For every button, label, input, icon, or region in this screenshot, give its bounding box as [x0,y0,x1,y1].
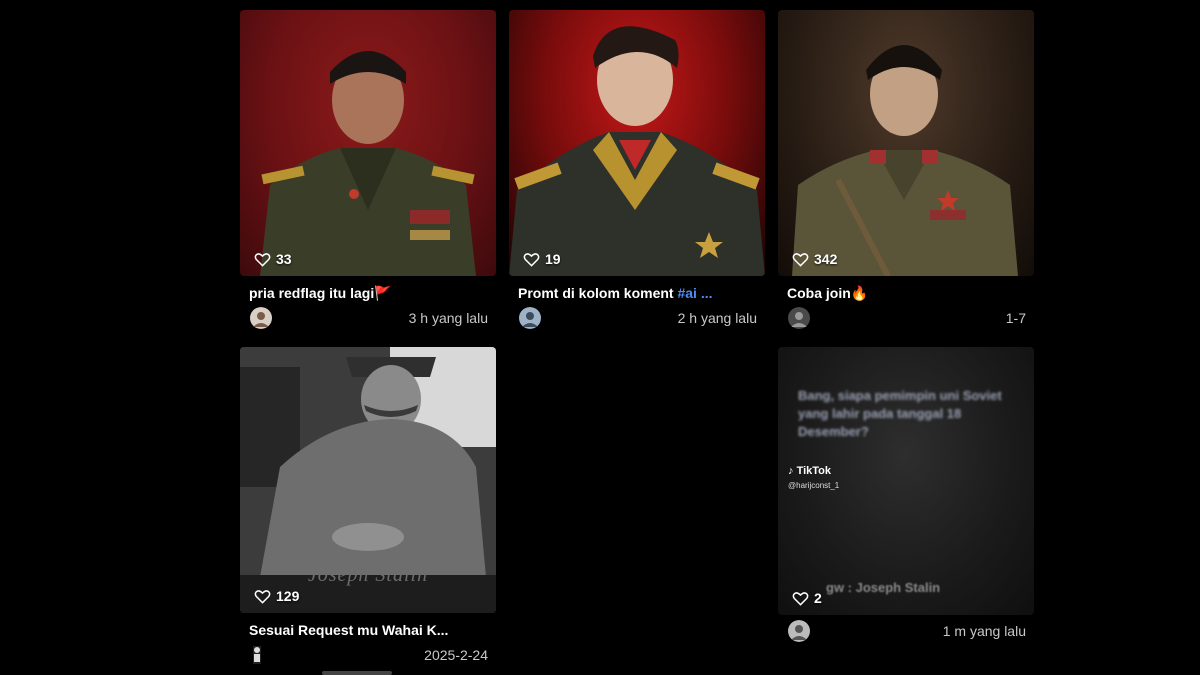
overlay-question-text: Bang, siapa pemimpin uni Soviet yang lah… [798,388,1002,439]
like-count: 342 [792,251,837,267]
like-count-value: 33 [276,251,292,267]
horizontal-scrollbar[interactable] [322,671,392,675]
video-caption[interactable]: pria redflag itu lagi🚩 [240,284,486,302]
post-time: 1 m yang lalu [942,623,1026,639]
video-thumbnail[interactable]: 342 [778,10,1034,276]
video-card[interactable]: 33 pria redflag itu lagi🚩 3 h yang lalu [240,10,496,329]
video-thumbnail[interactable]: Joseph Stalin 129 [240,347,496,613]
post-time: 3 h yang lalu [408,310,488,326]
video-caption[interactable]: Sesuai Request mu Wahai K... [240,621,486,639]
video-grid: 33 pria redflag itu lagi🚩 3 h yang lalu [0,0,1200,675]
post-time: 2 h yang lalu [677,310,757,326]
heart-icon [254,589,271,604]
video-meta: 1-7 [778,307,1034,329]
video-thumbnail[interactable]: Bang, siapa pemimpin uni Soviet yang lah… [778,347,1034,615]
like-count-value: 2 [814,590,822,606]
tiktok-username: @harijconst_1 [788,481,840,490]
like-count-value: 19 [545,251,561,267]
like-count: 2 [792,590,822,606]
video-thumbnail[interactable]: 19 [509,10,765,276]
heart-icon [792,591,809,606]
soldier-portrait-image [509,26,765,276]
video-caption[interactable]: Promt di kolom koment #ai ... [509,284,755,302]
avatar[interactable] [787,307,811,329]
heart-icon [523,252,540,267]
video-card[interactable]: Joseph Stalin 129 Sesuai Request mu Waha… [240,347,496,666]
video-card[interactable]: Bang, siapa pemimpin uni Soviet yang lah… [778,347,1034,642]
avatar[interactable] [249,644,265,666]
like-count-value: 129 [276,588,300,604]
post-time: 1-7 [1005,310,1026,326]
video-meta: 2025-2-24 [240,644,496,666]
heart-icon [792,252,809,267]
soldier-portrait-image [260,51,476,276]
video-meta: 2 h yang lalu [509,307,765,329]
like-count-value: 342 [814,251,838,267]
like-count: 129 [254,588,299,604]
video-meta: 1 m yang lalu [778,620,1034,642]
avatar[interactable] [787,620,811,642]
overlay-answer-text: gw : Joseph Stalin [826,580,941,595]
video-meta: 3 h yang lalu [240,307,496,329]
avatar[interactable] [249,307,273,329]
hashtag-link[interactable]: #ai ... [677,285,712,301]
like-count: 19 [523,251,561,267]
video-card[interactable]: 19 Promt di kolom koment #ai ... 2 h yan… [509,10,765,329]
video-caption[interactable]: Coba join🔥 [778,284,1024,302]
like-count: 33 [254,251,292,267]
caption-text: Promt di kolom koment [518,285,678,301]
soldier-portrait-image [792,45,1018,276]
video-card[interactable]: 342 Coba join🔥 1-7 [778,10,1034,329]
tiktok-watermark: ♪ TikTok [788,465,831,477]
post-time: 2025-2-24 [424,647,488,663]
overlay-name-text: Joseph Stalin [307,564,429,586]
video-thumbnail[interactable]: 33 [240,10,496,276]
avatar[interactable] [518,307,542,329]
heart-icon [254,252,271,267]
